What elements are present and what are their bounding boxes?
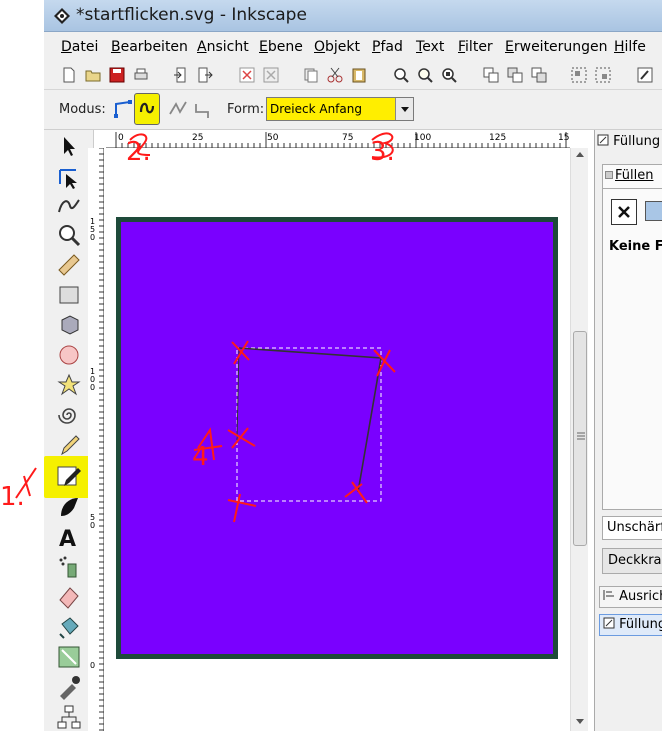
tweak-tool-icon[interactable] [56, 192, 82, 218]
shape-label: Form: [227, 102, 265, 117]
paste-icon[interactable] [350, 66, 368, 84]
scroll-thumb[interactable] [573, 331, 587, 546]
zigzag-mode-icon[interactable] [166, 96, 192, 122]
menu-bearbeiten[interactable]: Bearbeiten [111, 39, 188, 55]
menu-erweiterungen[interactable]: Erweiterungen [505, 39, 608, 55]
dock-tab-align-label: Ausrich [619, 589, 662, 604]
opacity-field[interactable]: Deckkra [602, 548, 662, 574]
paint-bucket-tool-icon[interactable] [56, 614, 82, 640]
dock-tab-align[interactable]: Ausrich [599, 586, 662, 608]
no-paint-button[interactable] [611, 199, 637, 225]
shape-dropdown[interactable]: Dreieck Anfang [266, 97, 414, 121]
fill-stroke-icon [597, 134, 609, 146]
bezier-mode-icon[interactable] [110, 96, 136, 122]
annotation-label: 1. [0, 482, 25, 512]
zoom-drawing-icon[interactable] [416, 66, 434, 84]
fill-stroke-dialog-icon[interactable] [636, 66, 654, 84]
fill-stroke-icon [603, 617, 615, 629]
group-icon[interactable] [570, 66, 588, 84]
inkscape-logo-icon [54, 8, 70, 24]
tool-controls-bar: Modus: Form: Dreieck Anfang [44, 90, 662, 130]
gradient-tool-icon[interactable] [56, 644, 82, 670]
eraser-tool-icon[interactable] [56, 584, 82, 610]
rectangle-tool-icon[interactable] [56, 282, 82, 308]
tab-fill-label: Füllen [615, 168, 654, 183]
panel-title-label: Füllung [613, 134, 661, 149]
text-tool-icon[interactable]: A [56, 524, 82, 550]
measure-tool-icon[interactable] [56, 252, 82, 278]
pen-tool-button[interactable] [44, 456, 96, 498]
new-document-icon[interactable] [60, 66, 78, 84]
window-title: *startflicken.svg - Inkscape [76, 5, 307, 25]
menu-ansicht[interactable]: Ansicht [197, 39, 249, 55]
pencil-tool-icon[interactable] [56, 432, 82, 458]
unlink-clone-icon[interactable] [530, 66, 548, 84]
spiro-mode-icon [139, 102, 155, 114]
undo-icon[interactable] [238, 66, 256, 84]
title-bar: *startflicken.svg - Inkscape [44, 0, 662, 32]
grip-icon [577, 432, 585, 440]
ungroup-icon[interactable] [594, 66, 612, 84]
zoom-tool-icon[interactable] [56, 222, 82, 248]
no-paint-text: Keine Fa [609, 239, 662, 254]
fill-tab-content: Keine Fa [602, 188, 662, 510]
node-tool-icon[interactable] [56, 164, 82, 190]
tab-fill[interactable]: Füllen [602, 164, 662, 188]
menu-text[interactable]: Text [416, 39, 444, 55]
fill-stroke-panel: Füllung Füllen Keine Fa Unschärf Deckkra… [594, 130, 662, 731]
dock-tab-fill-label: Füllung [619, 617, 662, 632]
spiro-mode-button[interactable] [134, 93, 160, 125]
close-icon [618, 206, 630, 218]
selector-tool-icon[interactable] [56, 134, 82, 160]
menu-objekt[interactable]: Objekt [314, 39, 360, 55]
redo-icon[interactable] [262, 66, 280, 84]
3d-box-tool-icon[interactable] [56, 312, 82, 338]
ruler-ticks [115, 132, 567, 148]
vertical-scrollbar[interactable] [570, 148, 588, 731]
menu-datei[interactable]: Datei [61, 39, 98, 55]
scroll-down-icon[interactable] [575, 718, 585, 726]
chevron-down-icon[interactable] [395, 98, 413, 120]
connector-tool-icon[interactable] [56, 704, 82, 730]
paraxial-mode-icon[interactable] [190, 96, 216, 122]
scroll-up-icon[interactable] [575, 150, 585, 158]
menu-ebene[interactable]: Ebene [259, 39, 303, 55]
blur-field[interactable]: Unschärf [602, 516, 662, 540]
duplicate-icon[interactable] [482, 66, 500, 84]
panel-title: Füllung [597, 134, 662, 154]
zoom-page-icon[interactable] [440, 66, 458, 84]
calligraphy-tool-icon[interactable] [56, 494, 82, 520]
document-page[interactable] [116, 217, 558, 659]
mode-label: Modus: [59, 102, 106, 117]
toolbox: A [44, 130, 96, 731]
star-tool-icon[interactable] [56, 372, 82, 398]
cut-icon[interactable] [326, 66, 344, 84]
menu-filter[interactable]: Filter [458, 39, 493, 55]
flat-color-button[interactable] [645, 201, 662, 221]
menu-bar: Datei Bearbeiten Ansicht Ebene Objekt Pf… [44, 32, 662, 60]
open-folder-icon[interactable] [84, 66, 102, 84]
dock-tab-fill[interactable]: Füllung [599, 614, 662, 636]
ruler-ticks [99, 148, 104, 731]
save-icon[interactable] [108, 66, 126, 84]
spray-tool-icon[interactable] [56, 554, 82, 580]
import-icon[interactable] [172, 66, 190, 84]
ellipse-tool-icon[interactable] [56, 342, 82, 368]
horizontal-ruler: 0 25 50 75 100 125 15 [106, 132, 570, 148]
menu-hilfe[interactable]: Hilfe [614, 39, 646, 55]
copy-icon[interactable] [302, 66, 320, 84]
align-icon [603, 590, 614, 600]
shape-dropdown-value: Dreieck Anfang [270, 102, 362, 116]
export-icon[interactable] [196, 66, 214, 84]
svg-text:A: A [59, 527, 76, 550]
dropper-tool-icon[interactable] [56, 674, 82, 700]
zoom-selection-icon[interactable] [392, 66, 410, 84]
print-icon[interactable] [132, 66, 150, 84]
pen-tool-icon [57, 466, 81, 486]
command-bar [44, 60, 662, 90]
spiral-tool-icon[interactable] [56, 402, 82, 428]
clone-icon[interactable] [506, 66, 524, 84]
menu-pfad[interactable]: Pfad [372, 39, 403, 55]
vertical-ruler: 150 100 50 0 [88, 148, 104, 731]
